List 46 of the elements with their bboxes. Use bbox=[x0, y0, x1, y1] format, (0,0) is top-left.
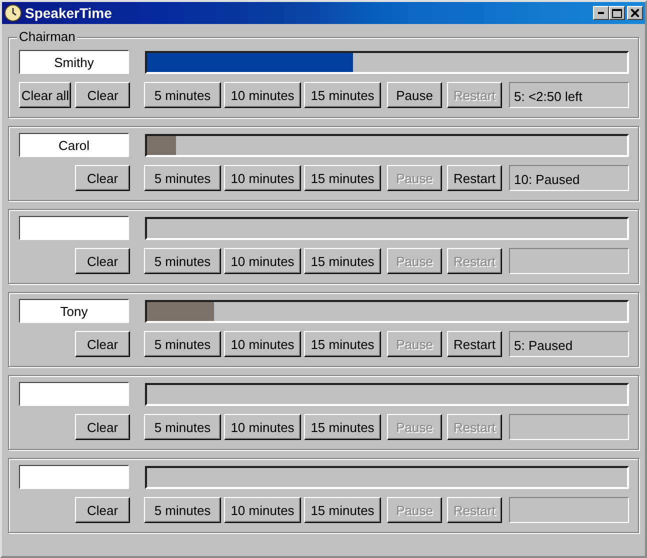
duration-button[interactable]: 5 minutes bbox=[144, 248, 221, 274]
name-field[interactable] bbox=[19, 382, 129, 406]
duration-button[interactable]: 15 minutes bbox=[304, 82, 381, 108]
duration-button[interactable]: 15 minutes bbox=[304, 497, 381, 523]
pause-button[interactable]: Pause bbox=[387, 82, 442, 108]
duration-button[interactable]: 10 minutes bbox=[224, 82, 301, 108]
window-title: SpeakerTime bbox=[25, 5, 113, 21]
clock-icon bbox=[4, 4, 22, 22]
duration-button[interactable]: 5 minutes bbox=[144, 331, 221, 357]
restart-button[interactable]: Restart bbox=[447, 165, 502, 191]
duration-button[interactable]: 15 minutes bbox=[304, 165, 381, 191]
duration-button[interactable]: 15 minutes bbox=[304, 331, 381, 357]
duration-button[interactable]: 10 minutes bbox=[224, 248, 301, 274]
duration-button[interactable]: 10 minutes bbox=[224, 165, 301, 191]
status-text: 5: <2:50 left bbox=[514, 88, 582, 104]
name-field[interactable]: Tony bbox=[19, 299, 129, 323]
status-text: 10: Paused bbox=[514, 172, 580, 186]
minimize-icon bbox=[598, 12, 604, 14]
maximize-icon bbox=[612, 8, 622, 18]
clear-button[interactable]: Clear bbox=[75, 165, 130, 191]
duration-button[interactable]: 15 minutes bbox=[304, 248, 381, 274]
duration-button[interactable]: 5 minutes bbox=[144, 82, 221, 108]
clear-button[interactable]: Clear bbox=[75, 414, 130, 440]
name-field[interactable] bbox=[19, 216, 129, 240]
duration-button[interactable]: 5 minutes bbox=[144, 414, 221, 440]
group-label: Chairman bbox=[17, 29, 78, 44]
clear-button[interactable]: Clear bbox=[75, 82, 130, 108]
clear-all-button[interactable]: Clear all bbox=[19, 82, 72, 108]
name-field[interactable]: Carol bbox=[19, 133, 129, 157]
name-field[interactable]: Smithy bbox=[19, 50, 129, 74]
close-icon bbox=[631, 9, 639, 17]
clear-button[interactable]: Clear bbox=[75, 497, 130, 523]
restart-button[interactable]: Restart bbox=[447, 331, 502, 357]
duration-button[interactable]: 15 minutes bbox=[304, 414, 381, 440]
duration-button[interactable]: 5 minutes bbox=[144, 497, 221, 523]
minimize-button[interactable] bbox=[593, 6, 609, 20]
maximize-button[interactable] bbox=[609, 6, 625, 20]
duration-button[interactable]: 10 minutes bbox=[224, 331, 301, 357]
duration-button[interactable]: 10 minutes bbox=[224, 497, 301, 523]
status-text: 5: Paused bbox=[514, 338, 573, 352]
duration-button[interactable]: 5 minutes bbox=[144, 165, 221, 191]
clear-button[interactable]: Clear bbox=[75, 248, 130, 274]
name-field[interactable] bbox=[19, 465, 129, 489]
close-button[interactable] bbox=[627, 6, 643, 20]
clear-button[interactable]: Clear bbox=[75, 331, 130, 357]
duration-button[interactable]: 10 minutes bbox=[224, 414, 301, 440]
